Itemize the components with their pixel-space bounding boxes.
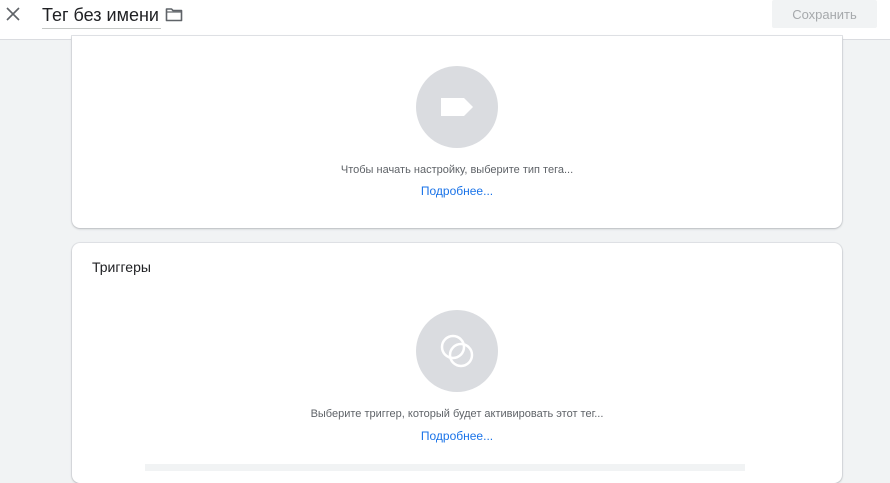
- trigger-placeholder[interactable]: [416, 310, 498, 392]
- close-icon: [6, 7, 20, 21]
- triggers-card[interactable]: Триггеры Выберите триггер, который будет…: [72, 243, 842, 483]
- tag-type-placeholder[interactable]: [416, 66, 498, 148]
- bottom-divider: [145, 464, 745, 471]
- folder-button[interactable]: [164, 5, 184, 23]
- folder-icon: [165, 7, 183, 21]
- tag-type-hint: Чтобы начать настройку, выберите тип тег…: [340, 164, 574, 176]
- tag-name-title: Тег без имени: [42, 5, 159, 25]
- trigger-hint: Выберите триггер, который будет активиро…: [310, 408, 604, 420]
- close-button[interactable]: [3, 4, 23, 24]
- triggers-section-title: Триггеры: [92, 259, 151, 275]
- save-button[interactable]: Сохранить: [772, 0, 877, 28]
- tag-name-field[interactable]: Тег без имени: [42, 4, 161, 29]
- top-bar: Тег без имени Сохранить: [0, 0, 890, 40]
- tag-configuration-card[interactable]: Чтобы начать настройку, выберите тип тег…: [72, 36, 842, 228]
- trigger-learn-more-link[interactable]: Подробнее...: [72, 429, 842, 443]
- tag-learn-more-link[interactable]: Подробнее...: [72, 184, 842, 198]
- tag-icon: [441, 98, 473, 116]
- trigger-circles-icon: [440, 334, 474, 368]
